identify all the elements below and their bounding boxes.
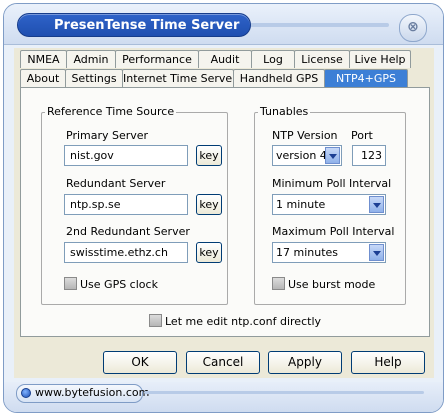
gps-clock-check-icon bbox=[64, 277, 77, 290]
second-redundant-server-input[interactable]: swisstime.ethz.ch bbox=[64, 242, 188, 263]
title-bar-track bbox=[239, 23, 389, 27]
close-icon[interactable]: ⊗ bbox=[399, 14, 427, 42]
tab-log[interactable]: Log bbox=[251, 50, 295, 68]
ntp-version-value: version 4 bbox=[276, 149, 327, 162]
tab-admin[interactable]: Admin bbox=[66, 50, 116, 68]
min-poll-value: 1 minute bbox=[276, 198, 326, 211]
second-redundant-key-button[interactable]: key bbox=[196, 242, 222, 263]
tab-internet-time-server[interactable]: Internet Time Server bbox=[122, 69, 237, 87]
help-button[interactable]: Help bbox=[351, 351, 425, 374]
ok-button[interactable]: OK bbox=[103, 351, 177, 374]
website-link[interactable]: www.bytefusion.com bbox=[16, 384, 149, 403]
tab-performance[interactable]: Performance bbox=[115, 50, 199, 68]
reference-legend: Reference Time Source bbox=[45, 105, 177, 118]
cancel-button[interactable]: Cancel bbox=[186, 351, 260, 374]
edit-conf-check-icon bbox=[149, 314, 162, 327]
max-poll-value: 17 minutes bbox=[276, 246, 339, 259]
ntp-version-label: NTP Version bbox=[272, 129, 338, 142]
tab-live-help[interactable]: Live Help bbox=[349, 50, 411, 68]
primary-server-label: Primary Server bbox=[66, 129, 149, 142]
ntp-version-select[interactable]: version 4 bbox=[272, 145, 342, 166]
title-bar[interactable]: PresenTense Time Server ⊗ bbox=[4, 4, 443, 45]
primary-server-input[interactable]: nist.gov bbox=[64, 145, 188, 166]
max-poll-select[interactable]: 17 minutes bbox=[272, 242, 386, 263]
tab-audit[interactable]: Audit bbox=[198, 50, 252, 68]
second-redundant-server-label: 2nd Redundant Server bbox=[66, 225, 190, 238]
redundant-server-label: Redundant Server bbox=[66, 177, 166, 190]
chevron-down-icon[interactable] bbox=[369, 244, 384, 261]
website-url[interactable]: www.bytefusion.com bbox=[35, 385, 149, 401]
tab-row-bottom: About Settings Internet Time Server Hand… bbox=[20, 69, 408, 87]
use-burst-mode-checkbox[interactable]: Use burst mode bbox=[272, 277, 375, 291]
use-gps-clock-label: Use GPS clock bbox=[80, 278, 158, 291]
burst-mode-check-icon bbox=[272, 277, 285, 290]
edit-ntp-conf-label: Let me edit ntp.conf directly bbox=[165, 315, 322, 328]
title-pill: PresenTense Time Server bbox=[17, 13, 251, 37]
tab-row-top: NMEA Admin Performance Audit Log License… bbox=[20, 50, 411, 68]
chevron-down-icon[interactable] bbox=[369, 196, 384, 213]
tunables-group: Tunables NTP Version version 4 Port 123 … bbox=[254, 105, 406, 305]
use-gps-clock-checkbox[interactable]: Use GPS clock bbox=[64, 277, 158, 291]
ntp-gps-panel: Reference Time Source Primary Server nis… bbox=[20, 87, 430, 337]
min-poll-label: Minimum Poll Interval bbox=[272, 177, 392, 190]
tab-license[interactable]: License bbox=[294, 50, 350, 68]
tab-settings[interactable]: Settings bbox=[65, 69, 123, 87]
tunables-legend: Tunables bbox=[258, 105, 311, 118]
dialog-body: NMEA Admin Performance Audit Log License… bbox=[14, 48, 434, 378]
window-title: PresenTense Time Server bbox=[54, 18, 240, 33]
status-bar: www.bytefusion.com bbox=[4, 382, 443, 412]
port-label: Port bbox=[351, 129, 373, 142]
status-track bbox=[144, 391, 424, 394]
main-window: PresenTense Time Server ⊗ NMEA Admin Per… bbox=[3, 3, 444, 413]
tab-about[interactable]: About bbox=[20, 69, 66, 87]
min-poll-select[interactable]: 1 minute bbox=[272, 194, 386, 215]
tab-handheld-gps[interactable]: Handheld GPS bbox=[233, 69, 325, 87]
globe-icon bbox=[21, 388, 31, 398]
max-poll-label: Maximum Poll Interval bbox=[272, 225, 395, 238]
apply-button[interactable]: Apply bbox=[268, 351, 342, 374]
tab-ntp4-gps[interactable]: NTP4+GPS bbox=[324, 69, 408, 87]
redundant-server-input[interactable]: ntp.sp.se bbox=[64, 194, 188, 215]
edit-ntp-conf-checkbox[interactable]: Let me edit ntp.conf directly bbox=[149, 314, 321, 328]
use-burst-mode-label: Use burst mode bbox=[288, 278, 376, 291]
primary-key-button[interactable]: key bbox=[196, 145, 222, 166]
tab-nmea[interactable]: NMEA bbox=[20, 50, 67, 68]
reference-time-source-group: Reference Time Source Primary Server nis… bbox=[41, 105, 228, 305]
port-input[interactable]: 123 bbox=[352, 145, 386, 166]
redundant-key-button[interactable]: key bbox=[196, 194, 222, 215]
chevron-down-icon[interactable] bbox=[325, 147, 340, 164]
